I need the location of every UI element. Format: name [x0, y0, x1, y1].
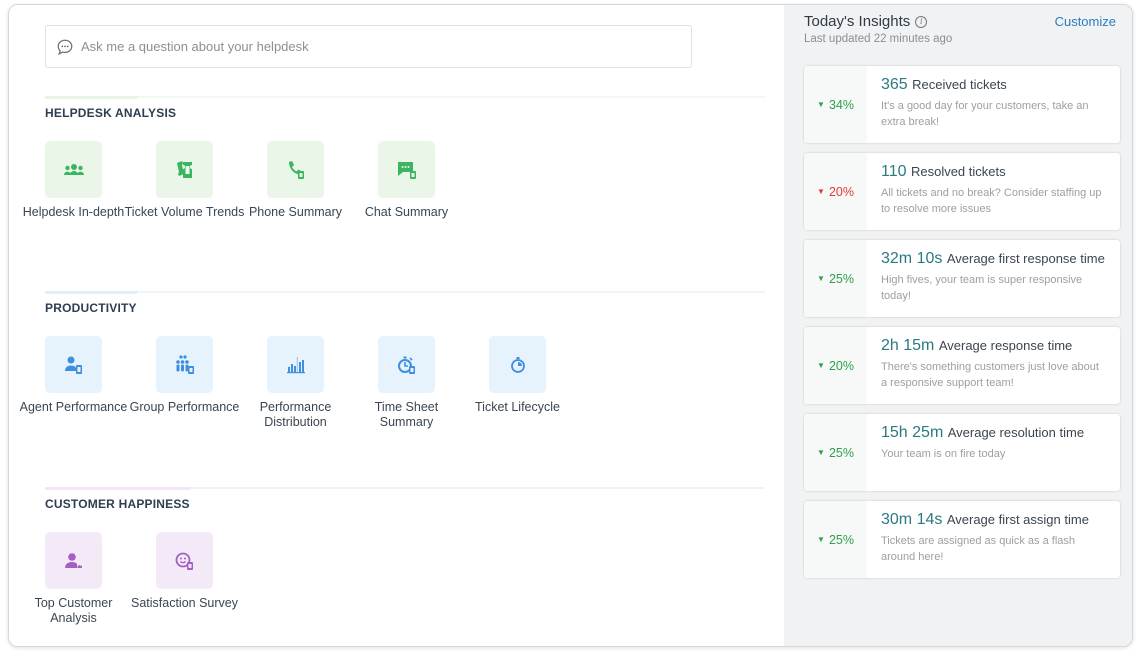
- metric-value: 365: [881, 76, 908, 93]
- insight-card[interactable]: ▼ 25% 15h 25m Average resolution time Your …: [804, 414, 1120, 491]
- insight-card[interactable]: ▼ 34% 365 Received tickets It's a good day …: [804, 66, 1120, 143]
- triangle-down-icon: ▼: [817, 100, 825, 109]
- insight-card[interactable]: ▼ 25% 30m 14s Average first assign time Tic…: [804, 501, 1120, 578]
- report-tile-label: Agent Performance: [19, 400, 128, 414]
- metric-name: Average resolution time: [947, 425, 1085, 440]
- reports-main: HELPDESK ANALYSIS Helpdesk In-depth Tick…: [9, 5, 784, 646]
- metric-name: Average first response time: [946, 251, 1105, 266]
- metric-value: 30m 14s: [881, 511, 943, 528]
- change-percent: 34%: [828, 97, 854, 112]
- timer-icon: [510, 356, 525, 373]
- triangle-down-icon: ▼: [817, 361, 825, 370]
- insight-card[interactable]: ▼ 25% 32m 10s Average first response time H…: [804, 240, 1120, 317]
- report-tile-satisfaction-survey[interactable]: Satisfaction Survey: [120, 532, 249, 626]
- report-tile-chat-summary[interactable]: Chat Summary: [342, 141, 471, 220]
- chat-bubble-icon: [57, 39, 73, 55]
- triangle-down-icon: ▼: [817, 187, 825, 196]
- change-percent: 25%: [828, 271, 854, 286]
- report-tile-label: Ticket Lifecycle: [475, 400, 560, 414]
- smiley-report-icon: [175, 552, 193, 570]
- report-tile-label: Helpdesk In-depth: [22, 205, 125, 219]
- section-divider: [45, 291, 765, 294]
- triangle-down-icon: ▼: [817, 535, 825, 544]
- insight-card[interactable]: ▼ 20% 110 Resolved tickets All tickets and …: [804, 153, 1120, 230]
- stopwatch-report-icon: [397, 356, 415, 374]
- tickets-icon: [176, 160, 192, 178]
- report-tile-phone-summary[interactable]: Phone Summary: [231, 141, 360, 220]
- insights-title: Today's Insights: [804, 13, 911, 30]
- report-tile-label: Ticket Volume Trends: [124, 205, 245, 219]
- metric-value: 2h 15m: [881, 337, 935, 354]
- metric-name: Resolved tickets: [910, 164, 1006, 179]
- change-percent: 25%: [828, 445, 854, 460]
- report-tile-ticket-volume-trends[interactable]: Ticket Volume Trends: [120, 141, 249, 220]
- metric-name: Received tickets: [912, 77, 1007, 92]
- change-indicator: ▼ 25%: [804, 501, 867, 578]
- metric-value: 32m 10s: [881, 250, 943, 267]
- app-window: HELPDESK ANALYSIS Helpdesk In-depth Tick…: [8, 4, 1133, 647]
- bar-distribution-icon: [286, 356, 305, 373]
- metric-value: 15h 25m: [881, 424, 944, 441]
- metric-description: Your team is on fire today: [881, 448, 1006, 460]
- report-tile-label: Time Sheet Summary: [374, 400, 439, 429]
- metric-description: It's a good day for your customers, take…: [881, 100, 1089, 128]
- insights-panel: Today's Insights i Last updated 22 minut…: [784, 5, 1132, 646]
- metric-description: High fives, your team is super responsiv…: [881, 274, 1083, 302]
- section-title: PRODUCTIVITY: [45, 301, 137, 315]
- customer-crown-icon: [64, 552, 82, 568]
- section-title: HELPDESK ANALYSIS: [45, 106, 177, 120]
- report-tile-agent-performance[interactable]: Agent Performance: [9, 336, 138, 430]
- people-group-icon: [63, 163, 84, 175]
- report-tile-label: Satisfaction Survey: [131, 596, 238, 610]
- change-percent: 25%: [828, 532, 854, 547]
- report-tile-label: Top Customer Analysis: [34, 596, 113, 625]
- change-indicator: ▼ 34%: [804, 66, 867, 143]
- group-report-icon: [175, 354, 194, 374]
- change-percent: 20%: [828, 184, 854, 199]
- section-title: CUSTOMER HAPPINESS: [45, 497, 190, 511]
- triangle-down-icon: ▼: [817, 448, 825, 457]
- triangle-down-icon: ▼: [817, 274, 825, 283]
- customize-link[interactable]: Customize: [1055, 14, 1116, 29]
- change-indicator: ▼ 25%: [804, 240, 867, 317]
- report-tile-label: Performance Distribution: [259, 400, 332, 429]
- ask-question-box[interactable]: [45, 25, 692, 68]
- report-tile-helpdesk-in-depth[interactable]: Helpdesk In-depth: [9, 141, 138, 220]
- change-percent: 20%: [828, 358, 854, 373]
- section-divider: [45, 487, 765, 490]
- change-indicator: ▼ 25%: [804, 414, 867, 491]
- insight-card[interactable]: ▼ 20% 2h 15m Average response time There's …: [804, 327, 1120, 404]
- report-tile-label: Chat Summary: [364, 205, 449, 219]
- change-indicator: ▼ 20%: [804, 327, 867, 404]
- metric-description: Tickets are assigned as quick as a flash…: [881, 535, 1076, 563]
- last-updated: Last updated 22 minutes ago: [804, 33, 953, 45]
- report-tile-performance-distribution[interactable]: Performance Distribution: [231, 336, 360, 430]
- info-icon[interactable]: i: [915, 15, 928, 28]
- metric-name: Average response time: [938, 338, 1073, 353]
- change-indicator: ▼ 20%: [804, 153, 867, 230]
- report-tile-top-customer-analysis[interactable]: Top Customer Analysis: [9, 532, 138, 626]
- report-tile-label: Phone Summary: [248, 205, 343, 219]
- report-tile-time-sheet-summary[interactable]: Time Sheet Summary: [342, 336, 471, 430]
- metric-description: All tickets and no break? Consider staff…: [881, 187, 1102, 215]
- metric-description: There's something customers just love ab…: [881, 361, 1099, 389]
- phone-report-icon: [288, 160, 304, 179]
- agent-report-icon: [64, 356, 82, 374]
- report-tile-label: Group Performance: [129, 400, 240, 414]
- metric-value: 110: [881, 163, 907, 180]
- report-tile-group-performance[interactable]: Group Performance: [120, 336, 249, 430]
- ask-question-input[interactable]: [81, 39, 661, 54]
- chat-report-icon: [397, 161, 416, 179]
- metric-name: Average first assign time: [946, 512, 1089, 527]
- section-divider: [45, 96, 765, 99]
- report-tile-ticket-lifecycle[interactable]: Ticket Lifecycle: [453, 336, 582, 430]
- insight-cards: ▼ 34% 365 Received tickets It's a good day …: [804, 66, 1120, 588]
